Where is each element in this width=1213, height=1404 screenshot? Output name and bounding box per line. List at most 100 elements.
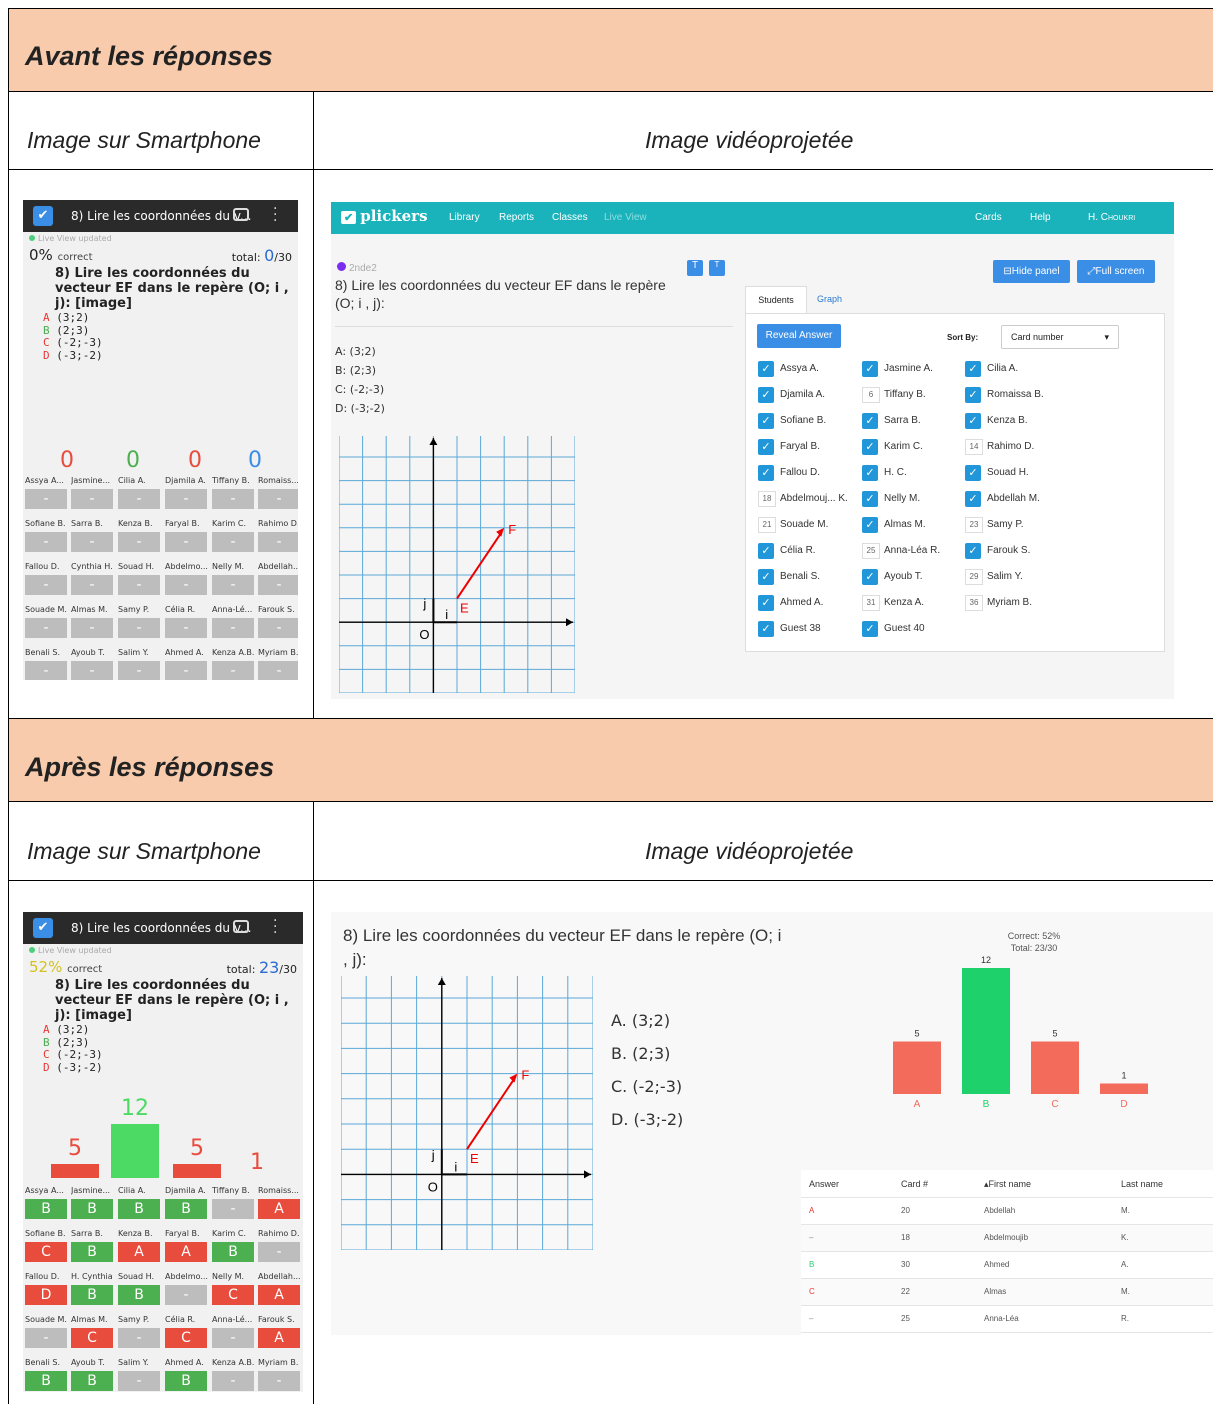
label-f: F (508, 522, 516, 537)
table-cell: 20 (901, 1206, 910, 1215)
check-icon[interactable]: ✓ (758, 569, 774, 585)
reveal-answer-button[interactable]: Reveal Answer (757, 324, 841, 348)
table-cell: C (809, 1287, 815, 1296)
check-icon[interactable]: ✓ (965, 413, 981, 429)
tab-graph[interactable]: Graph (817, 294, 842, 304)
table-cell: Abdellah (984, 1206, 1016, 1215)
check-icon[interactable]: ✓ (965, 543, 981, 559)
overflow-menu-icon[interactable]: · · · (273, 914, 277, 940)
chevron-down-icon: ▾ (1104, 332, 1109, 342)
camera-icon[interactable] (233, 208, 249, 221)
label-o: O (428, 1179, 438, 1194)
check-icon[interactable]: ✓ (862, 491, 878, 507)
check-icon[interactable]: ✓ (758, 439, 774, 455)
nav-library[interactable]: Library (449, 212, 480, 223)
answer-option: C. (-2;-3) (611, 1077, 683, 1096)
vector-arrow (509, 1073, 518, 1083)
full-screen-button[interactable]: ⤢Full screen (1077, 260, 1155, 283)
option-text: (3;2) (56, 1023, 90, 1036)
check-icon[interactable]: ✓ (758, 465, 774, 481)
answer-box: B (212, 1242, 254, 1262)
nav-classes[interactable]: Classes (552, 212, 588, 223)
option-text: (2;3) (56, 1035, 90, 1049)
answer-box: - (25, 489, 67, 509)
bar-value-label: 5 (1052, 1029, 1057, 1039)
plickers-logo[interactable]: ✔ plickers (341, 207, 428, 225)
answer-box: - (258, 1242, 300, 1262)
table-cell: Ahmed (984, 1260, 1010, 1269)
student-name: Cynthia H. (71, 562, 113, 571)
check-icon[interactable]: ✓ (862, 517, 878, 533)
answer-box: - (118, 532, 160, 552)
bar-value-label: 12 (981, 956, 991, 965)
student-name: Fallou D. (25, 1272, 60, 1281)
answers-list: A: (3;2) B: (2;3) C: (-2;-3) D: (-3;-2) (335, 342, 385, 418)
check-icon[interactable]: ✓ (965, 491, 981, 507)
answer-box: - (71, 532, 113, 552)
answer-box: - (258, 661, 298, 680)
option-text: (2;3) (56, 323, 90, 337)
overflow-menu-icon[interactable]: · · · (273, 202, 277, 228)
check-icon[interactable]: ✓ (758, 621, 774, 637)
student-name: Anna-Lé... (212, 1315, 253, 1324)
answer-box: B (165, 1199, 207, 1219)
student-name: H. C. (884, 467, 907, 478)
section-title: Après les réponses (25, 752, 275, 782)
check-icon[interactable]: ✓ (862, 465, 878, 481)
student-name: Ayoub T. (71, 648, 105, 657)
check-icon[interactable]: ✓ (758, 413, 774, 429)
check-icon[interactable]: ✓ (862, 569, 878, 585)
check-icon[interactable]: ✓ (862, 439, 878, 455)
column-header[interactable]: Last name (1121, 1179, 1163, 1189)
nav-help[interactable]: Help (1030, 212, 1051, 223)
check-icon[interactable]: ✓ (965, 465, 981, 481)
student-name: Kenza B. (118, 1229, 153, 1238)
nav-cards[interactable]: Cards (975, 212, 1002, 223)
option-text: (-3;-2) (56, 348, 103, 362)
projector-results-view: 8) Lire les coordonnées du vecteur EF da… (331, 912, 1213, 1335)
answer-box: - (25, 618, 67, 638)
check-icon[interactable]: ✓ (758, 595, 774, 611)
sort-select[interactable]: Card number ▾ (1001, 325, 1119, 349)
answer-box: - (212, 618, 254, 638)
percent-correct: 52% correct (29, 958, 103, 976)
option-letter: A (43, 311, 57, 324)
student-name: Sofiane B. (780, 415, 827, 426)
student-name: Samy P. (118, 1315, 150, 1324)
column-header[interactable]: Answer (809, 1179, 839, 1189)
table-cell: 22 (901, 1287, 910, 1296)
check-icon[interactable]: ✓ (758, 387, 774, 403)
text-smaller-button[interactable]: T (709, 260, 725, 276)
check-icon[interactable]: ✓ (758, 543, 774, 559)
y-axis-arrow (437, 978, 446, 985)
check-icon[interactable]: ✓ (862, 413, 878, 429)
camera-icon[interactable] (233, 920, 249, 933)
hide-panel-button[interactable]: ⊟Hide panel (993, 260, 1070, 283)
tab-students[interactable]: Students (745, 286, 807, 314)
answer-count: 5 (190, 1136, 204, 1161)
student-name: Faryal B. (165, 1229, 200, 1238)
student-name: Djamila A. (165, 1186, 206, 1195)
nav-live-view[interactable]: Live View (604, 212, 647, 223)
answer-box: - (212, 1371, 254, 1391)
column-header[interactable]: Card # (901, 1179, 928, 1189)
nav-user[interactable]: H. Choukri (1088, 212, 1135, 223)
column-header[interactable]: ▴First name (984, 1179, 1031, 1190)
question-text: 8) Lire les coordonnées du vecteur EF da… (55, 978, 289, 1023)
check-icon[interactable]: ✓ (758, 361, 774, 377)
check-icon[interactable]: ✓ (965, 387, 981, 403)
card-number: 21 (758, 517, 776, 533)
student-name: Myriam B. (258, 648, 298, 657)
check-icon[interactable]: ✓ (965, 361, 981, 377)
option-text: (-2;-3) (56, 1048, 103, 1061)
text-larger-button[interactable]: T (687, 260, 703, 276)
check-icon[interactable]: ✓ (862, 621, 878, 637)
answer-box: - (71, 661, 113, 680)
table-row: A 20 Abdellah M. (801, 1197, 1213, 1224)
answer-box: - (118, 1328, 160, 1348)
check-icon[interactable]: ✓ (862, 361, 878, 377)
student-name: Tiffany B. (212, 1186, 250, 1195)
option-item: D (-3;-2) (43, 1061, 103, 1075)
nav-reports[interactable]: Reports (499, 212, 534, 223)
option-text: (-2;-3) (56, 336, 103, 349)
